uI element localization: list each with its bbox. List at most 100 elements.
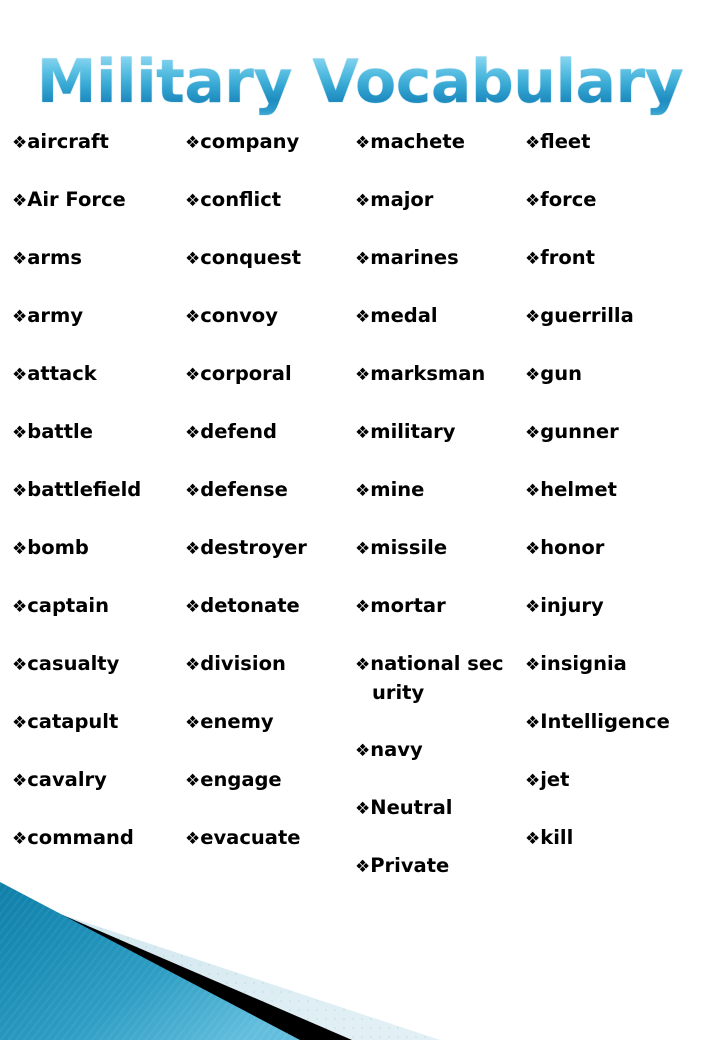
diamond-bullet-icon: ❖ [525,191,541,211]
vocabulary-word-label: destroyer [200,536,307,559]
vocabulary-word: ❖medal [355,302,515,331]
vocabulary-word: ❖helmet [525,476,720,505]
vocabulary-word-label: mortar [370,594,446,617]
diamond-bullet-icon: ❖ [12,713,28,733]
vocabulary-word: ❖company [185,128,345,157]
decoration-pale-triangle [0,894,440,1040]
diamond-bullet-icon: ❖ [525,423,541,443]
vocabulary-word-label: navy [370,738,423,761]
page-title: Military Vocabulary [0,44,720,120]
diamond-bullet-icon: ❖ [355,307,371,327]
vocabulary-word-label: mine [370,478,425,501]
diamond-bullet-icon: ❖ [12,191,28,211]
vocabulary-word-label: arms [27,246,82,269]
vocabulary-word-label: gun [540,362,582,385]
vocabulary-word: ❖captain [12,592,175,621]
vocabulary-word: ❖major [355,186,515,215]
diamond-bullet-icon: ❖ [355,597,371,617]
vocabulary-word: ❖national security [355,650,515,707]
vocabulary-word-label: military [370,420,456,443]
vocabulary-word: ❖gun [525,360,720,389]
diamond-bullet-icon: ❖ [12,597,28,617]
diamond-bullet-icon: ❖ [525,771,541,791]
decoration-teal-triangle [0,882,300,1040]
vocabulary-word: ❖mortar [355,592,515,621]
vocabulary-word-label: defense [200,478,288,501]
vocabulary-word: ❖aircraft [12,128,175,157]
diamond-bullet-icon: ❖ [355,365,371,385]
vocabulary-word-label: guerrilla [540,304,634,327]
vocabulary-word-label: defend [200,420,277,443]
vocabulary-word-label: aircraft [27,130,109,153]
vocabulary-word-label: injury [540,594,604,617]
vocabulary-word-label: cavalry [27,768,107,791]
vocabulary-word-label: marines [370,246,459,269]
diamond-bullet-icon: ❖ [12,249,28,269]
vocabulary-column-1: ❖aircraft ❖Air Force ❖arms ❖army ❖attack ❖bat… [0,128,175,882]
diamond-bullet-icon: ❖ [185,771,201,791]
diamond-bullet-icon: ❖ [355,857,371,877]
vocabulary-word: ❖arms [12,244,175,273]
diamond-bullet-icon: ❖ [185,713,201,733]
vocabulary-word-label: convoy [200,304,278,327]
diamond-bullet-icon: ❖ [525,481,541,501]
vocabulary-word: ❖injury [525,592,720,621]
vocabulary-word-label: honor [540,536,605,559]
diamond-bullet-icon: ❖ [12,771,28,791]
diamond-bullet-icon: ❖ [12,829,28,849]
vocabulary-word-label: medal [370,304,438,327]
diamond-bullet-icon: ❖ [525,307,541,327]
diamond-bullet-icon: ❖ [355,799,371,819]
vocabulary-word: ❖enemy [185,708,345,737]
diamond-bullet-icon: ❖ [12,481,28,501]
diamond-bullet-icon: ❖ [355,191,371,211]
vocabulary-word-label: front [540,246,595,269]
diamond-bullet-icon: ❖ [185,597,201,617]
vocabulary-word-label: corporal [200,362,292,385]
vocabulary-column-2: ❖company ❖conflict ❖conquest ❖convoy ❖corpor… [175,128,345,882]
vocabulary-word: ❖division [185,650,345,679]
vocabulary-word-label: engage [200,768,282,791]
diamond-bullet-icon: ❖ [355,539,371,559]
vocabulary-word: ❖catapult [12,708,175,737]
diamond-bullet-icon: ❖ [12,539,28,559]
vocabulary-word-label: captain [27,594,109,617]
vocabulary-word: ❖battle [12,418,175,447]
vocabulary-word: ❖kill [525,824,720,853]
vocabulary-word-label: division [200,652,286,675]
vocabulary-word: ❖command [12,824,175,853]
vocabulary-word: ❖Neutral [355,794,515,823]
diamond-bullet-icon: ❖ [185,423,201,443]
vocabulary-word-label: Intelligence [540,710,670,733]
vocabulary-word-label: battle [27,420,93,443]
vocabulary-word-label: machete [370,130,465,153]
vocabulary-word: ❖jet [525,766,720,795]
diamond-bullet-icon: ❖ [355,655,371,675]
vocabulary-word: ❖corporal [185,360,345,389]
vocabulary-word-label: kill [540,826,574,849]
diamond-bullet-icon: ❖ [185,829,201,849]
vocabulary-word: ❖bomb [12,534,175,563]
vocabulary-word-label: battlefield [27,478,142,501]
diamond-bullet-icon: ❖ [355,481,371,501]
vocabulary-word: ❖machete [355,128,515,157]
vocabulary-word: ❖missile [355,534,515,563]
vocabulary-word: ❖defense [185,476,345,505]
vocabulary-word: ❖military [355,418,515,447]
vocabulary-word: ❖conflict [185,186,345,215]
vocabulary-word-label: enemy [200,710,274,733]
diamond-bullet-icon: ❖ [185,249,201,269]
vocabulary-word-label: bomb [27,536,89,559]
vocabulary-word: ❖engage [185,766,345,795]
vocabulary-word: ❖convoy [185,302,345,331]
diamond-bullet-icon: ❖ [525,249,541,269]
vocabulary-word: ❖conquest [185,244,345,273]
vocabulary-word: ❖cavalry [12,766,175,795]
vocabulary-word: ❖navy [355,736,515,765]
vocabulary-word-label: jet [540,768,570,791]
vocabulary-word-label: casualty [27,652,120,675]
diamond-bullet-icon: ❖ [355,423,371,443]
diamond-bullet-icon: ❖ [525,655,541,675]
vocabulary-word: ❖front [525,244,720,273]
diamond-bullet-icon: ❖ [185,307,201,327]
